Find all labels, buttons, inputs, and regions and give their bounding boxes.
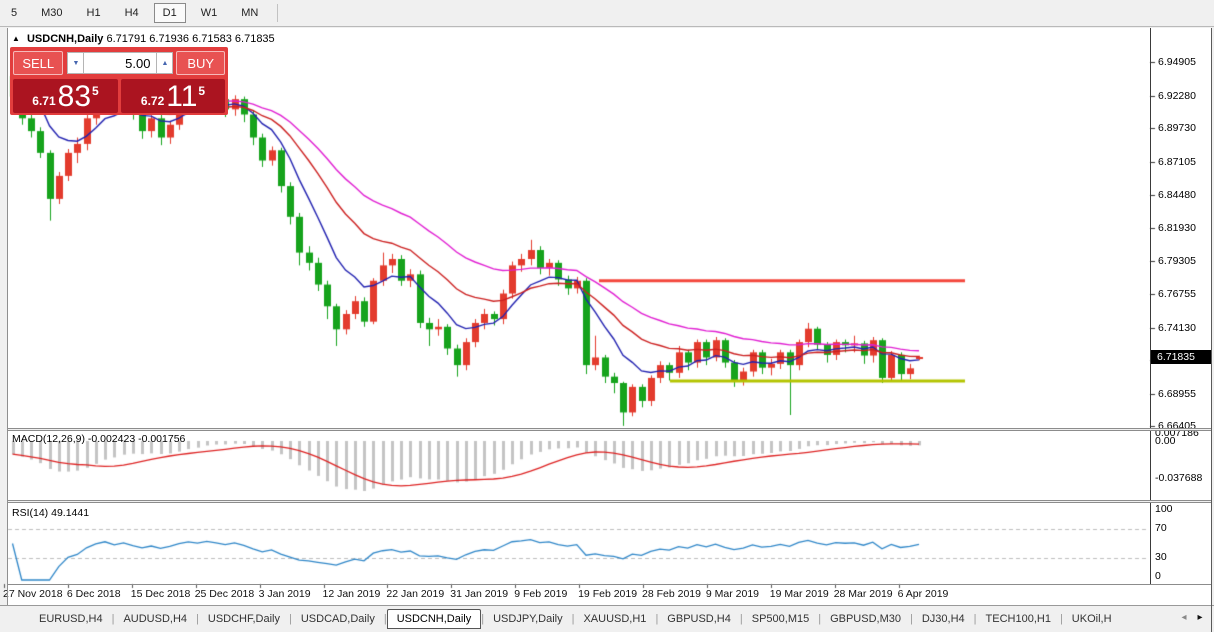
chart-tab-tech100-h1[interactable]: TECH100,H1 bbox=[977, 609, 1060, 629]
rsi-pane-divider[interactable] bbox=[8, 500, 1211, 503]
macd-pane-divider[interactable] bbox=[8, 428, 1211, 431]
rsi-axis-label: 70 bbox=[1155, 522, 1167, 534]
price-tick-label: 6.87105 bbox=[1158, 156, 1196, 168]
chevron-down-icon: ▼ bbox=[73, 60, 80, 67]
volume-input[interactable] bbox=[84, 52, 156, 74]
mt4-window: 5 M30 H1 H4 D1 W1MN ▲ USDCNH,Daily 6.71791 6.… bbox=[0, 0, 1214, 632]
chart-tab-gbpusd-h4[interactable]: GBPUSD,H4 bbox=[658, 609, 740, 629]
macd-axis-label: 0.00 bbox=[1155, 435, 1175, 447]
date-axis-label: 9 Mar 2019 bbox=[706, 588, 759, 600]
chart-tab-xauusd-h1[interactable]: XAUUSD,H1 bbox=[574, 609, 655, 629]
sell-price-box[interactable]: 6.71 83 5 bbox=[13, 79, 118, 113]
sell-price-sup: 5 bbox=[92, 84, 99, 98]
chart-tab-gbpusd-m30[interactable]: GBPUSD,M30 bbox=[821, 609, 910, 629]
rsi-axis-label: 100 bbox=[1155, 503, 1173, 515]
chart-symbol-label: USDCNH,Daily bbox=[27, 33, 103, 45]
timeframe-button-W1[interactable]: W1 bbox=[192, 3, 227, 23]
price-tick-label: 6.79305 bbox=[1158, 255, 1196, 267]
chart-tab-bar: EURUSD,H4|AUDUSD,H4|USDCHF,Daily|USDCAD,… bbox=[0, 605, 1214, 632]
price-tick-label: 6.94905 bbox=[1158, 56, 1196, 68]
chart-tab-usdjpy-daily[interactable]: USDJPY,Daily bbox=[484, 609, 572, 629]
sell-price-small: 6.71 bbox=[32, 94, 55, 108]
tab-scroll-right-icon[interactable]: ▸ bbox=[1192, 608, 1208, 626]
macd-current-values: -0.002423 -0.001756 bbox=[88, 433, 186, 445]
chevron-up-icon: ▲ bbox=[162, 60, 169, 67]
buy-price-small: 6.72 bbox=[141, 94, 164, 108]
price-tick-label: 6.81930 bbox=[1158, 222, 1196, 234]
volume-decrease-button[interactable]: ▼ bbox=[67, 52, 84, 74]
date-axis-label: 9 Feb 2019 bbox=[514, 588, 567, 600]
buy-price-big: 11 bbox=[166, 84, 197, 110]
window-right-border bbox=[1211, 28, 1212, 632]
date-axis-label: 22 Jan 2019 bbox=[386, 588, 444, 600]
timeframe-button-MN[interactable]: MN bbox=[232, 3, 267, 23]
chart-tab-audusd-h4[interactable]: AUDUSD,H4 bbox=[114, 609, 196, 629]
date-axis-label: 15 Dec 2018 bbox=[131, 588, 191, 600]
macd-name: MACD(12,26,9) bbox=[12, 433, 85, 445]
chart-tab-dj30-h4[interactable]: DJ30,H4 bbox=[913, 609, 974, 629]
chart-tab-usdchf-daily[interactable]: USDCHF,Daily bbox=[199, 609, 289, 629]
chart-tab-sp500-m15[interactable]: SP500,M15 bbox=[743, 609, 818, 629]
chart-tab-usdcad-daily[interactable]: USDCAD,Daily bbox=[292, 609, 384, 629]
buy-button[interactable]: BUY bbox=[176, 51, 225, 75]
rsi-current-value: 49.1441 bbox=[51, 507, 89, 519]
sell-price-big: 83 bbox=[58, 84, 91, 110]
chart-tab-eurusd-h4[interactable]: EURUSD,H4 bbox=[30, 609, 112, 629]
timeframe-bar: 5 M30 H1 H4 D1 W1MN bbox=[0, 0, 1214, 27]
date-axis-label: 25 Dec 2018 bbox=[195, 588, 255, 600]
date-axis-label: 28 Mar 2019 bbox=[834, 588, 893, 600]
buy-price-box[interactable]: 6.72 11 5 bbox=[121, 79, 225, 113]
toolbar-separator bbox=[277, 4, 278, 22]
buy-price-sup: 5 bbox=[198, 84, 205, 98]
price-tick-label: 6.74130 bbox=[1158, 322, 1196, 334]
rsi-axis-label: 30 bbox=[1155, 551, 1167, 563]
macd-indicator-label: MACD(12,26,9) -0.002423 -0.001756 bbox=[12, 433, 185, 445]
chart-tab-usdcnh-daily[interactable]: USDCNH,Daily bbox=[387, 609, 482, 629]
window-left-border bbox=[7, 28, 8, 605]
collapse-panel-icon[interactable]: ▲ bbox=[12, 34, 20, 43]
timeframe-button-5[interactable]: 5 bbox=[2, 3, 26, 23]
date-axis-label: 31 Jan 2019 bbox=[450, 588, 508, 600]
chart-ohlc-values: 6.71791 6.71936 6.71583 6.71835 bbox=[106, 33, 274, 45]
tab-scroll-left-icon[interactable]: ◂ bbox=[1176, 608, 1192, 626]
date-axis-label: 6 Apr 2019 bbox=[898, 588, 949, 600]
price-tick-label: 6.89730 bbox=[1158, 122, 1196, 134]
price-tick-label: 6.84480 bbox=[1158, 189, 1196, 201]
volume-increase-button[interactable]: ▲ bbox=[156, 52, 173, 74]
timeframe-button-D1[interactable]: D1 bbox=[154, 3, 186, 23]
price-tick-label: 6.68955 bbox=[1158, 388, 1196, 400]
price-tick-label: 6.92280 bbox=[1158, 90, 1196, 102]
price-tick-label: 6.76755 bbox=[1158, 288, 1196, 300]
current-price-tag: 6.71835 bbox=[1151, 350, 1212, 364]
rsi-axis-label: 0 bbox=[1155, 570, 1161, 582]
rsi-pane-bottom-border bbox=[8, 584, 1211, 585]
macd-axis-label: -0.037688 bbox=[1155, 472, 1202, 484]
date-axis-label: 19 Feb 2019 bbox=[578, 588, 637, 600]
timeframe-button-H1[interactable]: H1 bbox=[78, 3, 110, 23]
timeframe-button-H4[interactable]: H4 bbox=[116, 3, 148, 23]
timeframe-button-M30[interactable]: M30 bbox=[32, 3, 71, 23]
date-axis-label: 3 Jan 2019 bbox=[259, 588, 311, 600]
rsi-name: RSI(14) bbox=[12, 507, 48, 519]
one-click-trading-panel: SELL ▼ ▲ BUY 6.71 83 5 6.72 11 5 bbox=[10, 47, 228, 115]
rsi-indicator-label: RSI(14) 49.1441 bbox=[12, 507, 89, 519]
date-axis-label: 19 Mar 2019 bbox=[770, 588, 829, 600]
chart-tab-ukoil-h[interactable]: UKOil,H bbox=[1063, 609, 1121, 629]
date-axis-label: 6 Dec 2018 bbox=[67, 588, 121, 600]
date-axis-label: 28 Feb 2019 bbox=[642, 588, 701, 600]
sell-button[interactable]: SELL bbox=[13, 51, 63, 75]
date-axis-label: 27 Nov 2018 bbox=[3, 588, 63, 600]
date-axis-label: 12 Jan 2019 bbox=[323, 588, 381, 600]
tab-scroll-buttons: ◂ ▸ bbox=[1176, 608, 1208, 626]
chart-title: ▲ USDCNH,Daily 6.71791 6.71936 6.71583 6… bbox=[12, 33, 275, 45]
